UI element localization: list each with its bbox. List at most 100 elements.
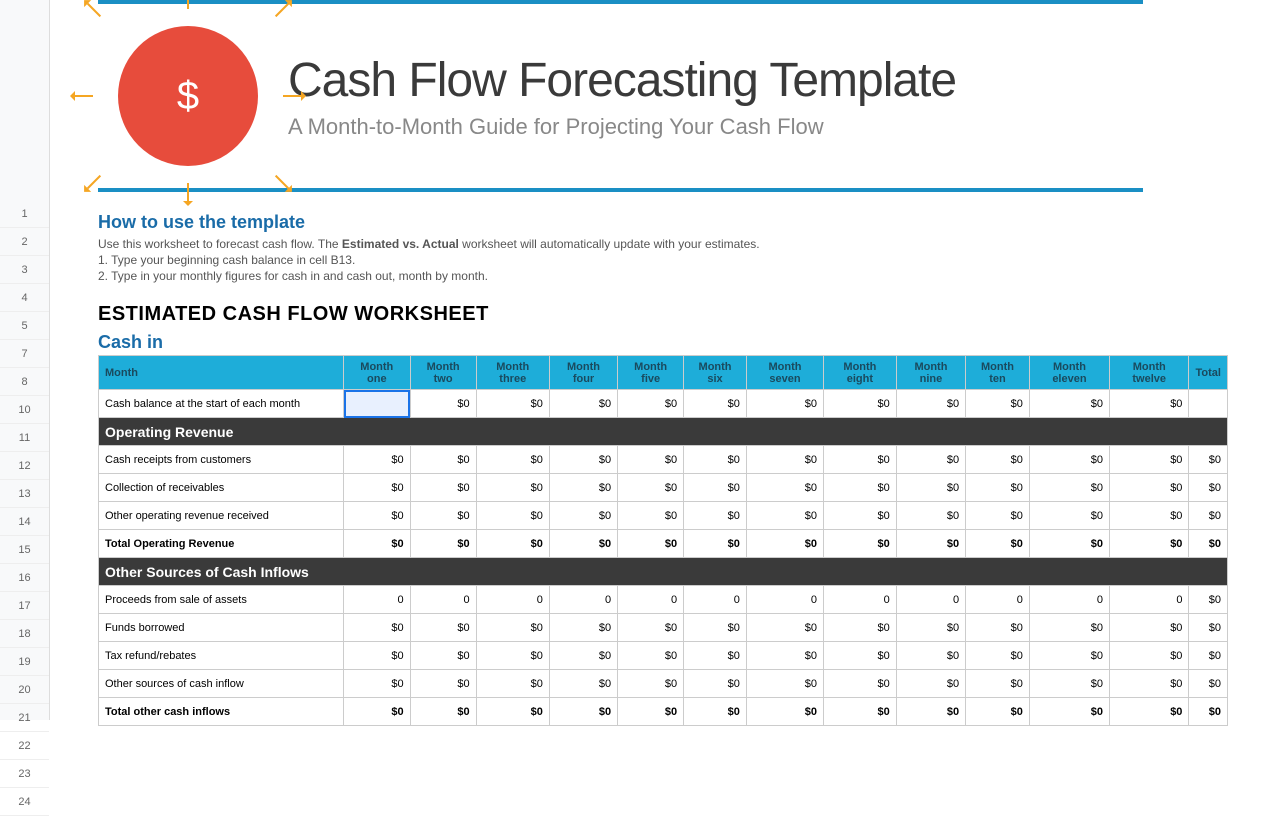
cell[interactable]: $0 [410, 614, 476, 642]
cell[interactable]: $0 [410, 530, 476, 558]
cell[interactable]: $0 [618, 614, 684, 642]
cell[interactable]: 0 [824, 586, 897, 614]
cell[interactable]: $0 [684, 474, 747, 502]
row-number[interactable]: 16 [0, 564, 49, 592]
cell[interactable]: $0 [1189, 586, 1228, 614]
cell[interactable]: $0 [618, 530, 684, 558]
row-number[interactable]: 22 [0, 732, 49, 760]
cell[interactable]: $0 [966, 474, 1030, 502]
column-header[interactable]: Month four [549, 356, 617, 390]
row-number[interactable]: 3 [0, 256, 49, 284]
row-number[interactable]: 17 [0, 592, 49, 620]
cell[interactable]: $0 [476, 474, 549, 502]
cell[interactable]: $0 [476, 614, 549, 642]
cell[interactable]: $0 [549, 390, 617, 418]
cell[interactable]: $0 [896, 614, 965, 642]
row-number[interactable]: 2 [0, 228, 49, 256]
row-number[interactable]: 18 [0, 620, 49, 648]
row-label[interactable]: Collection of receivables [99, 474, 344, 502]
cell[interactable]: $0 [410, 474, 476, 502]
cell[interactable]: $0 [824, 642, 897, 670]
column-header[interactable]: Month twelve [1109, 356, 1188, 390]
cell[interactable]: $0 [549, 502, 617, 530]
cell[interactable]: $0 [824, 502, 897, 530]
cell[interactable]: $0 [1189, 642, 1228, 670]
cell[interactable]: $0 [1029, 614, 1109, 642]
row-label[interactable]: Total other cash inflows [99, 698, 344, 726]
cashflow-table[interactable]: MonthMonth oneMonth twoMonth threeMonth … [98, 355, 1228, 726]
cell[interactable]: $0 [1029, 642, 1109, 670]
column-header[interactable]: Month five [618, 356, 684, 390]
cell[interactable]: $0 [1109, 474, 1188, 502]
row-number[interactable]: 1 [0, 200, 49, 228]
cell[interactable]: 0 [684, 586, 747, 614]
cell[interactable]: $0 [746, 642, 823, 670]
cell[interactable]: $0 [1109, 642, 1188, 670]
cell[interactable]: $0 [684, 446, 747, 474]
cell[interactable]: $0 [746, 474, 823, 502]
cell[interactable]: $0 [966, 530, 1030, 558]
cell[interactable]: $0 [746, 670, 823, 698]
cell[interactable]: $0 [966, 390, 1030, 418]
cell[interactable]: $0 [824, 530, 897, 558]
cell[interactable]: $0 [344, 446, 411, 474]
cell[interactable]: $0 [549, 530, 617, 558]
cell[interactable]: $0 [824, 474, 897, 502]
cell[interactable]: $0 [410, 670, 476, 698]
cell[interactable] [344, 390, 411, 418]
row-label[interactable]: Proceeds from sale of assets [99, 586, 344, 614]
cell[interactable]: 0 [618, 586, 684, 614]
cell[interactable]: $0 [896, 642, 965, 670]
cell[interactable]: $0 [1029, 530, 1109, 558]
column-header[interactable]: Month seven [746, 356, 823, 390]
cell[interactable]: $0 [476, 530, 549, 558]
cell[interactable]: $0 [746, 530, 823, 558]
cell[interactable]: $0 [896, 446, 965, 474]
cell[interactable]: $0 [618, 698, 684, 726]
cell[interactable]: $0 [746, 614, 823, 642]
cell[interactable]: $0 [896, 670, 965, 698]
column-header[interactable]: Month ten [966, 356, 1030, 390]
column-header[interactable]: Month eleven [1029, 356, 1109, 390]
cell[interactable]: $0 [824, 390, 897, 418]
cell[interactable]: $0 [410, 642, 476, 670]
row-number[interactable]: 4 [0, 284, 49, 312]
cell[interactable]: $0 [344, 474, 411, 502]
cell[interactable]: $0 [344, 502, 411, 530]
row-number[interactable]: 10 [0, 396, 49, 424]
cell[interactable]: $0 [410, 446, 476, 474]
cell[interactable]: $0 [618, 670, 684, 698]
cell[interactable]: 0 [549, 586, 617, 614]
column-header[interactable]: Month two [410, 356, 476, 390]
row-label[interactable]: Cash balance at the start of each month [99, 390, 344, 418]
cell[interactable]: $0 [549, 670, 617, 698]
cell[interactable]: $0 [746, 502, 823, 530]
cell[interactable]: $0 [476, 446, 549, 474]
cell[interactable]: $0 [896, 698, 965, 726]
cell[interactable]: $0 [1109, 446, 1188, 474]
column-header[interactable]: Month one [344, 356, 411, 390]
row-label[interactable]: Other operating revenue received [99, 502, 344, 530]
row-number[interactable]: 7 [0, 340, 49, 368]
cell[interactable]: $0 [896, 530, 965, 558]
row-label[interactable]: Tax refund/rebates [99, 642, 344, 670]
cell[interactable]: $0 [684, 530, 747, 558]
cell[interactable]: $0 [549, 642, 617, 670]
cell[interactable]: $0 [1109, 530, 1188, 558]
cell[interactable]: $0 [824, 670, 897, 698]
row-label[interactable]: Funds borrowed [99, 614, 344, 642]
cell[interactable]: $0 [684, 502, 747, 530]
cell[interactable]: $0 [410, 698, 476, 726]
cell[interactable]: $0 [618, 642, 684, 670]
column-header[interactable]: Month [99, 356, 344, 390]
row-number[interactable]: 14 [0, 508, 49, 536]
cell[interactable]: $0 [824, 698, 897, 726]
row-number[interactable]: 15 [0, 536, 49, 564]
cell[interactable]: $0 [896, 390, 965, 418]
cell[interactable]: $0 [618, 474, 684, 502]
cell[interactable]: $0 [476, 698, 549, 726]
cell[interactable]: $0 [1189, 530, 1228, 558]
row-number[interactable]: 5 [0, 312, 49, 340]
cell[interactable]: $0 [549, 698, 617, 726]
cell[interactable]: $0 [1029, 446, 1109, 474]
